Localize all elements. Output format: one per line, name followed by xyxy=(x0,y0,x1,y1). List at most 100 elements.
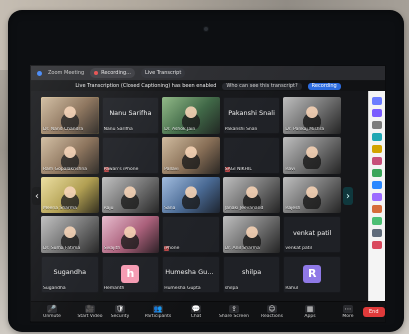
window-title: Zoom Meeting xyxy=(48,70,85,76)
participant-tile[interactable]: Dr. Anil Sharma xyxy=(222,216,281,254)
participant-tile[interactable]: h Hemanth xyxy=(101,256,160,293)
participant-tile[interactable]: Humesha Gupta Humesha Gupta xyxy=(162,256,220,293)
participant-avatar: R xyxy=(303,264,322,283)
participant-silhouette xyxy=(301,184,324,209)
start-video-button[interactable]: 🎥 Start Video xyxy=(75,305,105,319)
participants-icon: 👥 xyxy=(153,305,163,313)
zoom-screen: Zoom Meeting Recording... Live Transcrip… xyxy=(30,65,386,323)
participant-tile[interactable]: Sivajith xyxy=(101,216,160,254)
rail-app-icon[interactable] xyxy=(372,169,382,177)
participant-tile[interactable]: iPhone xyxy=(162,216,220,254)
participant-tile[interactable]: Janaki Jeevanand xyxy=(222,176,281,214)
rail-app-icon[interactable] xyxy=(372,121,382,129)
rail-app-icon[interactable] xyxy=(372,217,382,225)
rail-app-icon[interactable] xyxy=(372,181,382,189)
rail-app-icon[interactable] xyxy=(372,97,382,105)
toolbar-label: Participants xyxy=(144,314,172,319)
participant-tile[interactable]: R Rahul xyxy=(283,256,341,293)
participant-name: Ram Gopalakrishna xyxy=(43,166,87,172)
rail-app-icon[interactable] xyxy=(372,133,382,141)
participant-tile[interactable]: Sugandha Sugandha xyxy=(41,256,99,293)
participant-name: Pakanshi Snali xyxy=(224,126,258,132)
participant-name: Nanu Sarifha xyxy=(103,126,133,132)
mic-icon: 🎤 xyxy=(47,305,57,313)
participant-tile[interactable]: shilpa shilpa xyxy=(222,256,281,293)
participant-name: Humesha Gupta xyxy=(164,285,201,291)
rail-app-icon[interactable] xyxy=(372,205,382,213)
participant-silhouette xyxy=(58,145,81,170)
toolbar-label: Start Video xyxy=(77,314,103,319)
participant-name: Raju xyxy=(103,206,114,212)
toolbar-label: Apps xyxy=(304,314,316,319)
participant-tile[interactable]: Ravi xyxy=(283,136,341,174)
participant-name: iPhone xyxy=(164,246,180,252)
participant-silhouette xyxy=(240,224,263,249)
toolbar-label: Chat xyxy=(190,314,202,319)
participant-name: Dr. Anil Sharma xyxy=(224,246,260,252)
participant-silhouette xyxy=(179,145,202,170)
participant-tile[interactable]: Ram Gopalakrishna xyxy=(41,136,99,174)
apps-icon: ▦ xyxy=(305,305,315,313)
reactions-button[interactable]: ☺ Reactions xyxy=(257,305,287,319)
participant-name: Sugandha xyxy=(43,285,66,291)
rail-app-icon[interactable] xyxy=(372,229,382,237)
recording-indicator[interactable]: Recording... xyxy=(90,68,135,78)
right-side-app-rail xyxy=(368,91,385,302)
participants-button[interactable]: 👥 Participants xyxy=(143,305,173,319)
rail-app-icon[interactable] xyxy=(372,109,382,117)
end-button[interactable]: End xyxy=(363,307,385,317)
participant-tile[interactable]: Pawan's iPhone xyxy=(101,136,160,174)
participant-name: Rahul xyxy=(285,285,299,291)
participant-name: Dr. Pankaj Mishra xyxy=(285,126,325,132)
participant-tile[interactable]: Rajesh xyxy=(283,176,341,214)
participant-silhouette xyxy=(119,184,142,209)
share-screen-button[interactable]: ⇪ Share Screen xyxy=(219,305,249,319)
reactions-icon: ☺ xyxy=(267,305,277,313)
zoom-app-icon xyxy=(37,70,42,76)
rail-app-icon[interactable] xyxy=(372,193,382,201)
webcam-icon xyxy=(204,27,208,31)
chat-button[interactable]: 💬 Chat xyxy=(181,305,211,319)
participant-tile[interactable]: Dr. Pankaj Mishra xyxy=(283,97,341,134)
participant-name: Sivajith xyxy=(103,246,121,252)
participant-tile[interactable]: Sana xyxy=(162,176,220,214)
participant-tile[interactable]: Pallavi xyxy=(162,136,220,174)
toolbar-label: More xyxy=(342,314,354,319)
participant-name: shilpa xyxy=(224,285,239,291)
toolbar-label: Security xyxy=(110,314,130,319)
participant-silhouette xyxy=(301,145,324,170)
participant-tile[interactable]: venkat patil venkat patil xyxy=(283,216,341,254)
more-button[interactable]: ⋯ More xyxy=(333,305,363,319)
participant-tile[interactable]: SAGI NIKHIL xyxy=(222,136,281,174)
unmute-button[interactable]: 🎤 Unmute xyxy=(37,305,67,319)
participant-name: venkat patil xyxy=(285,246,313,252)
record-dot-icon xyxy=(94,71,99,75)
participant-name: Pawan's iPhone xyxy=(103,166,139,172)
participant-tile[interactable]: Meena Sharma xyxy=(41,176,99,214)
rail-app-icon[interactable] xyxy=(372,157,382,165)
participant-tile[interactable]: Dr. Nand Chandra xyxy=(41,97,99,134)
shield-icon: 🛡 xyxy=(115,305,125,313)
participant-name: Sana xyxy=(164,206,176,212)
security-button[interactable]: 🛡 Security xyxy=(105,305,135,319)
participant-display-name: Pakanshi Snali xyxy=(228,109,275,118)
apps-button[interactable]: ▦ Apps xyxy=(295,305,325,319)
live-transcription-indicator[interactable]: Live Transcript xyxy=(140,68,186,78)
rail-app-icon[interactable] xyxy=(372,241,382,249)
participant-name: Dr. Suma Fatima xyxy=(43,246,81,252)
participant-name: Rajesh xyxy=(285,206,301,212)
participant-name: Hemanth xyxy=(103,285,125,291)
next-page-arrow[interactable]: › xyxy=(343,187,353,205)
participant-tile[interactable]: Raju xyxy=(101,176,160,214)
zoom-titlebar: Zoom Meeting Recording... Live Transcrip… xyxy=(31,66,385,81)
participant-silhouette xyxy=(58,224,81,249)
participant-tile[interactable]: Dr. Ashok Jain xyxy=(162,97,220,134)
participant-tile[interactable]: Dr. Suma Fatima xyxy=(41,216,99,254)
participant-tile[interactable]: Nanu Sarifha Nanu Sarifha xyxy=(101,97,160,134)
participant-silhouette xyxy=(179,105,202,130)
notice-question-button[interactable]: Who can see this transcript? xyxy=(222,82,302,90)
participant-name: Janaki Jeevanand xyxy=(224,206,264,212)
notice-recording-button[interactable]: Recording xyxy=(307,82,341,90)
participant-tile[interactable]: Pakanshi Snali Pakanshi Snali xyxy=(222,97,281,134)
rail-app-icon[interactable] xyxy=(372,145,382,153)
